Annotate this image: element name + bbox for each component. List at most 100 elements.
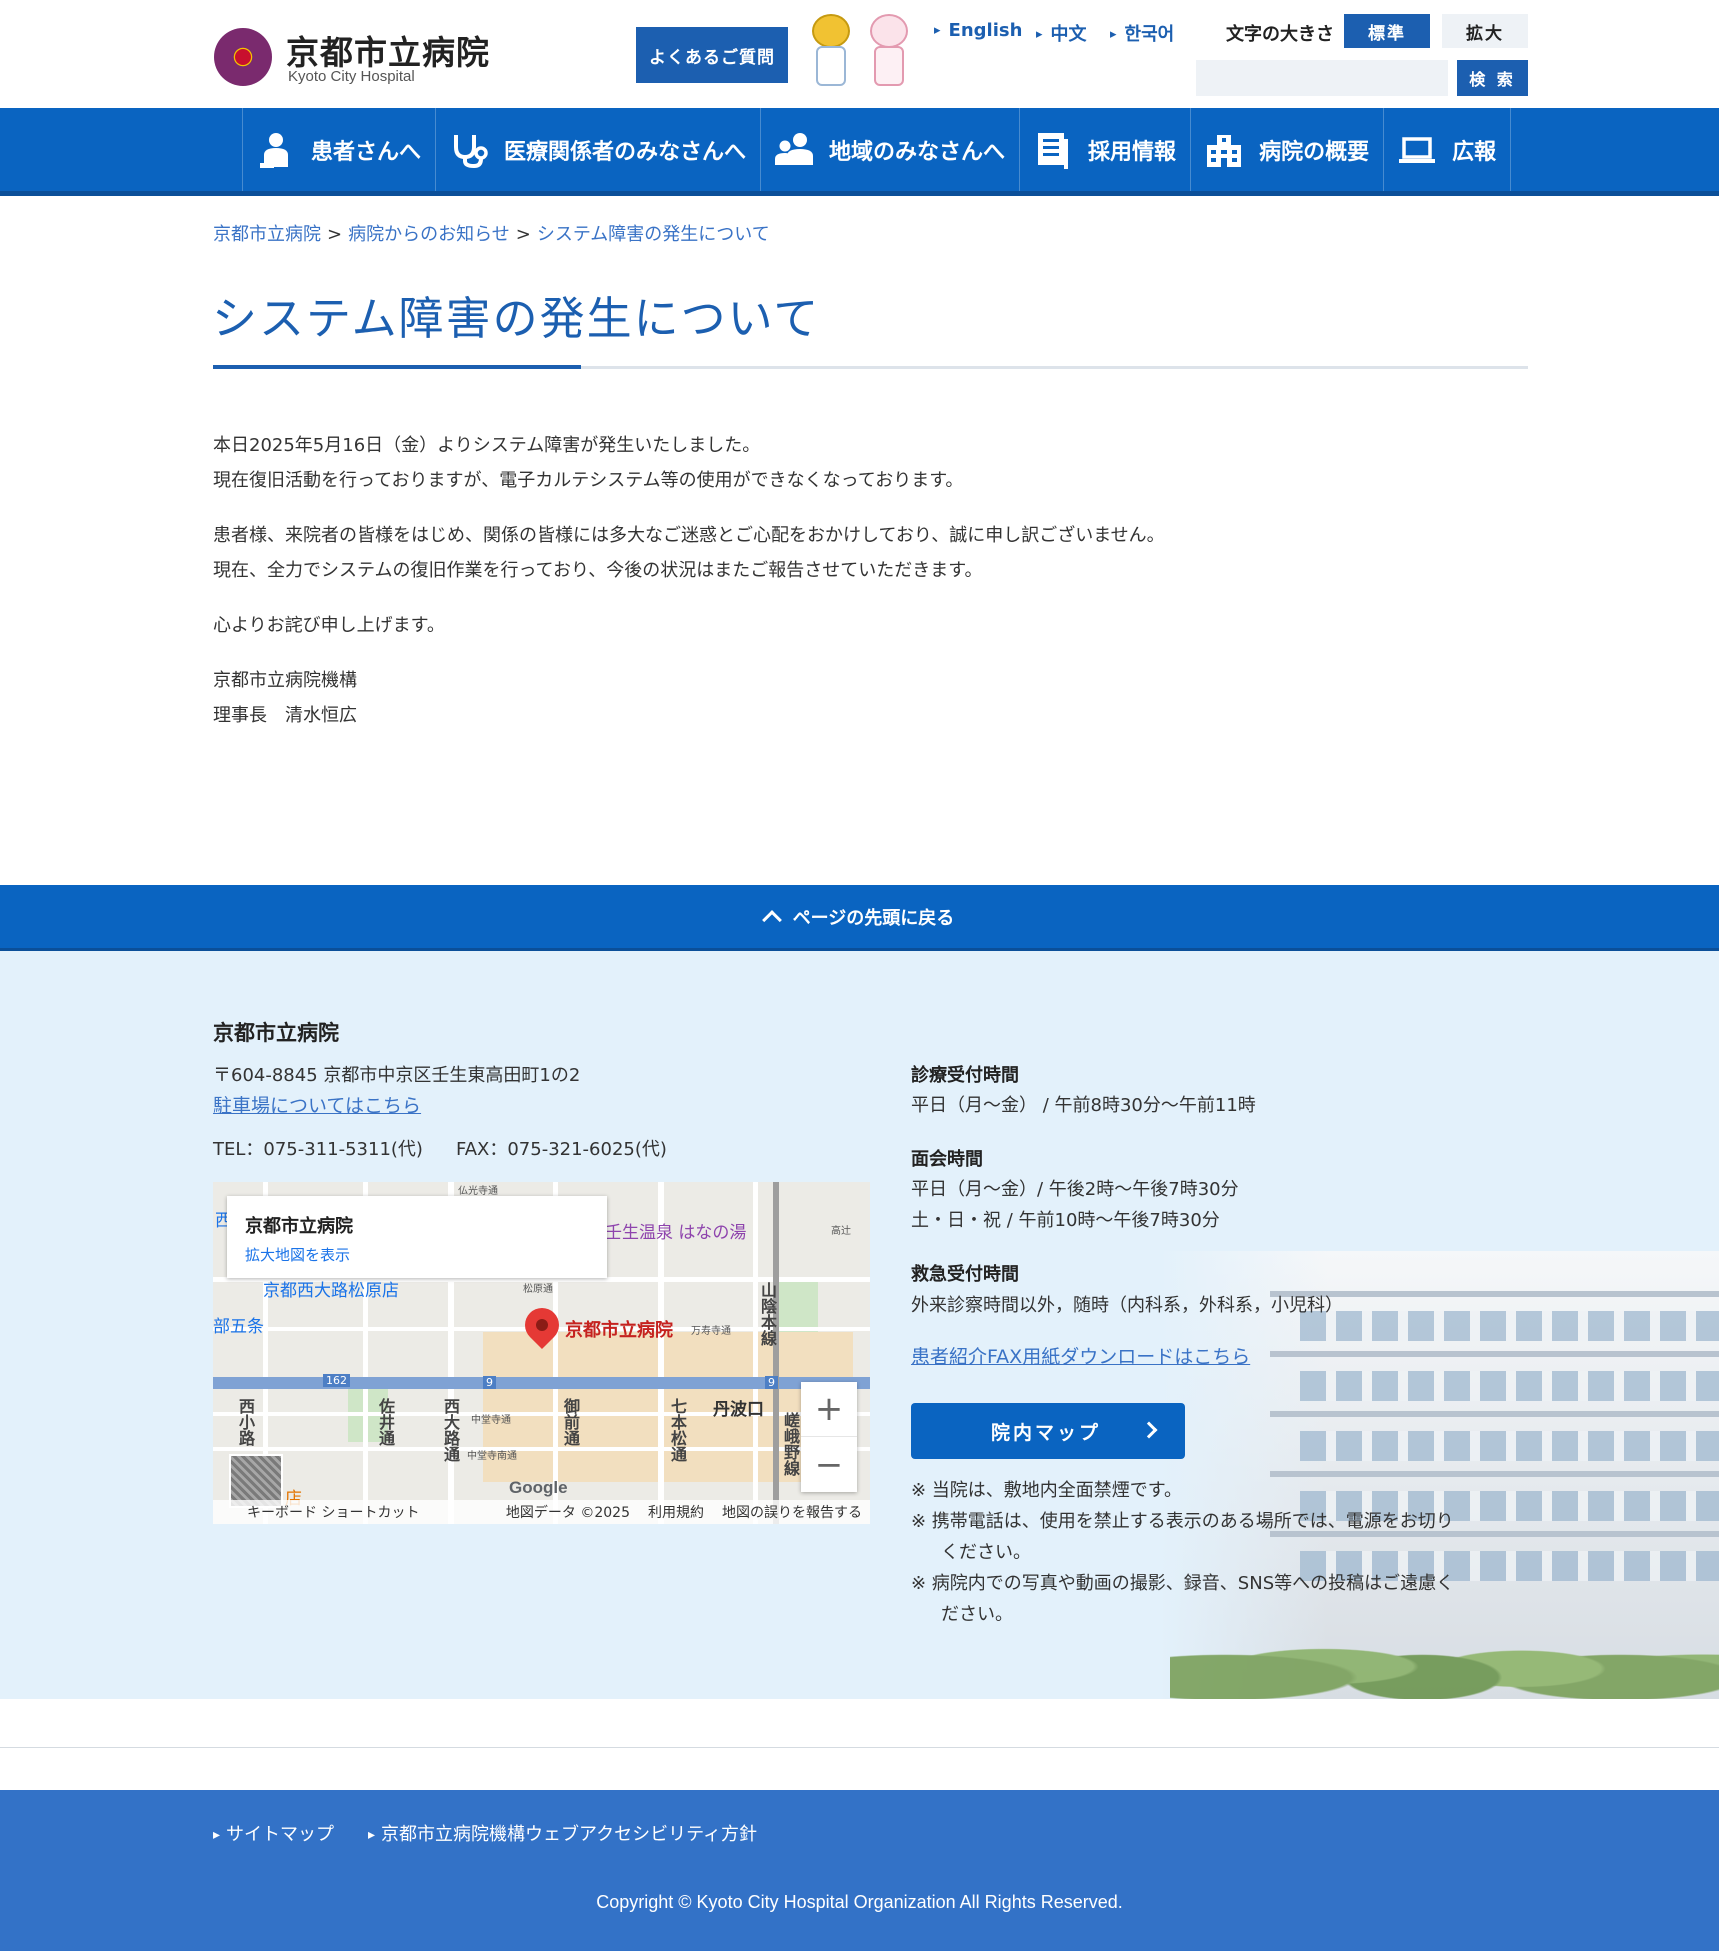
site-logo-link[interactable]: 京都市立病院 Kyoto City Hospital xyxy=(214,24,494,88)
breadcrumb-current-link[interactable]: システム障害の発生について xyxy=(537,224,770,245)
notices-list: ※ 当院は、敷地内全面禁煙です。 ※ 携帯電話は、使用を禁止する表示のある場所で… xyxy=(911,1475,1471,1630)
floor-map-button[interactable]: 院内マップ xyxy=(911,1403,1185,1459)
article-paragraph: 心よりお詫び申し上げます。 xyxy=(213,608,1528,643)
faq-button[interactable]: よくあるご質問 xyxy=(636,27,788,83)
map-zoom-in-button[interactable]: + xyxy=(801,1382,857,1437)
nav-item-recruitment[interactable]: 採用情報 xyxy=(1019,108,1190,191)
document-icon xyxy=(1038,132,1069,169)
nav-item-medical-staff[interactable]: 医療関係者のみなさんへ xyxy=(435,108,760,191)
breadcrumb-separator: > xyxy=(515,224,531,245)
nav-item-overview[interactable]: 病院の概要 xyxy=(1190,108,1383,191)
footer-hospital-name: 京都市立病院 xyxy=(213,1021,339,1045)
search-button[interactable]: 検 索 xyxy=(1457,60,1528,96)
logo-title: 京都市立病院 xyxy=(286,33,490,72)
breadcrumb-news-link[interactable]: 病院からのお知らせ xyxy=(348,224,510,245)
building-floor xyxy=(1270,1351,1719,1357)
bottom-footer: サイトマップ 京都市立病院機構ウェブアクセシビリティ方針 Copyright ©… xyxy=(0,1790,1719,1951)
footer-info: 京都市立病院 〒604-8845 京都市中京区壬生東高田町1の2 駐車場について… xyxy=(0,951,1719,1699)
copyright-text: Copyright © Kyoto City Hospital Organiza… xyxy=(596,1892,1123,1912)
parking-link[interactable]: 駐車場についてはこちら xyxy=(213,1091,421,1118)
emergency-hours-text: 外来診察時間以外，随時（内科系，外科系，小児科） xyxy=(911,1295,1343,1316)
map-pin-label: 京都市立病院 xyxy=(565,1320,673,1341)
back-to-top-button[interactable]: ページの先頭に戻る xyxy=(0,885,1719,951)
nav-item-label: 広報 xyxy=(1452,139,1497,165)
map-label-tanbaguchi: 丹波口 xyxy=(713,1400,764,1420)
nav-item-label: 医療関係者のみなさんへ xyxy=(504,139,747,165)
sitemap-link[interactable]: サイトマップ xyxy=(213,1820,334,1846)
referral-fax-download-link[interactable]: 患者紹介FAX用紙ダウンロードはこちら xyxy=(911,1342,1250,1369)
logo-subtitle: Kyoto City Hospital xyxy=(288,68,415,85)
building-windows xyxy=(1300,1371,1719,1401)
building-icon xyxy=(1207,134,1242,167)
map-poi-onsen: 壬生温泉 はなの湯 xyxy=(605,1223,747,1243)
map-route-badge: 9 xyxy=(765,1376,778,1389)
map-terms-link[interactable]: 利用規約 xyxy=(648,1502,704,1522)
map-street-label: 御前通 xyxy=(561,1398,580,1446)
nav-item-patients[interactable]: 患者さんへ xyxy=(242,108,435,191)
article-line: 現在、全力でシステムの復旧作業を行っており、今後の状況はまたご報告させていただき… xyxy=(213,560,983,581)
building-floor xyxy=(1270,1411,1719,1417)
footer-address: 〒604-8845 京都市中京区壬生東高田町1の2 xyxy=(213,1065,581,1086)
map-street-label: 七本松通 xyxy=(668,1398,687,1462)
building-windows xyxy=(1300,1311,1719,1341)
site-header: 京都市立病院 Kyoto City Hospital よくあるご質問 Engli… xyxy=(0,0,1719,108)
mascot-bear-icon xyxy=(808,14,854,92)
map-road xyxy=(753,1182,758,1524)
nav-item-label: 患者さんへ xyxy=(311,139,422,165)
footer-divider xyxy=(0,1747,1719,1748)
font-size-standard-button[interactable]: 標準 xyxy=(1344,14,1430,48)
signature-organization: 京都市立病院機構 xyxy=(213,670,357,691)
article-body: 本日2025年5月16日（金）よりシステム障害が発生いたしました。 現在復旧活動… xyxy=(213,428,1528,753)
map-street-label: 佐井通 xyxy=(376,1398,395,1446)
building-windows xyxy=(1300,1431,1719,1461)
footer-fax: FAX：075-321-6025(代) xyxy=(456,1139,667,1160)
accessibility-policy-link[interactable]: 京都市立病院機構ウェブアクセシビリティ方針 xyxy=(368,1820,757,1846)
font-size-label: 文字の大きさ xyxy=(1226,24,1334,45)
map-zoom-out-button[interactable]: − xyxy=(801,1437,857,1492)
map-street-label: 西小路 xyxy=(236,1398,255,1446)
google-map[interactable]: 壬生温泉 はなの湯 京都西大路松原店 部五条 丹波口 西 店 西小路 佐井通 西… xyxy=(213,1182,870,1524)
nav-item-label: 採用情報 xyxy=(1088,139,1177,165)
signature-name: 理事長 清水恒広 xyxy=(213,705,357,726)
map-small-label: 仏光寺通 xyxy=(458,1186,498,1197)
lang-korean-link[interactable]: 한국어 xyxy=(1110,20,1175,46)
lang-english-link[interactable]: English xyxy=(934,20,1023,41)
map-small-label: 中堂寺通 xyxy=(471,1415,511,1426)
hospital-emblem-icon xyxy=(214,28,272,86)
nav-item-pr[interactable]: 広報 xyxy=(1383,108,1512,191)
chevron-right-icon xyxy=(1140,1421,1158,1439)
page-title: システム障害の発生について xyxy=(212,292,821,345)
article-line: 現在復旧活動を行っておりますが、電子カルテシステム等の使用ができなくなっておりま… xyxy=(213,470,964,491)
footer-tel: TEL：075-311-5311(代) xyxy=(213,1139,423,1160)
chevron-up-icon xyxy=(761,909,782,930)
floor-map-label: 院内マップ xyxy=(991,1421,1102,1444)
font-size-large-button[interactable]: 拡大 xyxy=(1442,14,1528,48)
google-logo: Google xyxy=(509,1478,568,1497)
map-label-matsubara: 京都西大路松原店 xyxy=(263,1281,399,1301)
global-nav-list: 患者さんへ 医療関係者のみなさんへ 地域のみなさんへ 採用情報 病院の概要 広報 xyxy=(242,108,1512,191)
consultation-hours-heading: 診療受付時間 xyxy=(911,1065,1019,1086)
breadcrumb-separator: > xyxy=(327,224,343,245)
map-keyboard-shortcuts-link[interactable]: キーボード ショートカット xyxy=(213,1502,419,1522)
map-report-error-link[interactable]: 地図の誤りを報告する xyxy=(722,1502,862,1522)
stethoscope-icon xyxy=(454,134,488,168)
visiting-hours-heading: 面会時間 xyxy=(911,1149,983,1170)
laptop-icon xyxy=(1399,136,1436,163)
article-paragraph: 本日2025年5月16日（金）よりシステム障害が発生いたしました。 現在復旧活動… xyxy=(213,428,1528,498)
breadcrumb-home-link[interactable]: 京都市立病院 xyxy=(213,224,321,245)
map-street-label: 西大路通 xyxy=(441,1398,460,1462)
nav-item-label: 病院の概要 xyxy=(1259,139,1370,165)
map-route-badge: 9 xyxy=(483,1376,496,1389)
map-small-label: 万寿寺通 xyxy=(691,1326,731,1337)
nav-item-community[interactable]: 地域のみなさんへ xyxy=(760,108,1019,191)
notice-item: ※ 病院内での写真や動画の撮影、録音、SNS等への投稿はご遠慮ください。 xyxy=(911,1573,1455,1625)
lang-chinese-link[interactable]: 中文 xyxy=(1036,20,1087,46)
map-enlarge-link[interactable]: 拡大地図を表示 xyxy=(245,1244,350,1265)
emergency-hours-heading: 救急受付時間 xyxy=(911,1264,1019,1285)
map-place-title: 京都市立病院 xyxy=(245,1216,353,1237)
search-input[interactable] xyxy=(1196,60,1448,96)
consultation-hours-text: 平日（月～金） / 午前8時30分～午前11時 xyxy=(911,1095,1256,1116)
map-attribution-bar: キーボード ショートカット 地図データ ©2025 利用規約 地図の誤りを報告す… xyxy=(213,1500,870,1524)
map-zoom-controls: + − xyxy=(801,1382,857,1492)
map-park xyxy=(773,1282,818,1332)
